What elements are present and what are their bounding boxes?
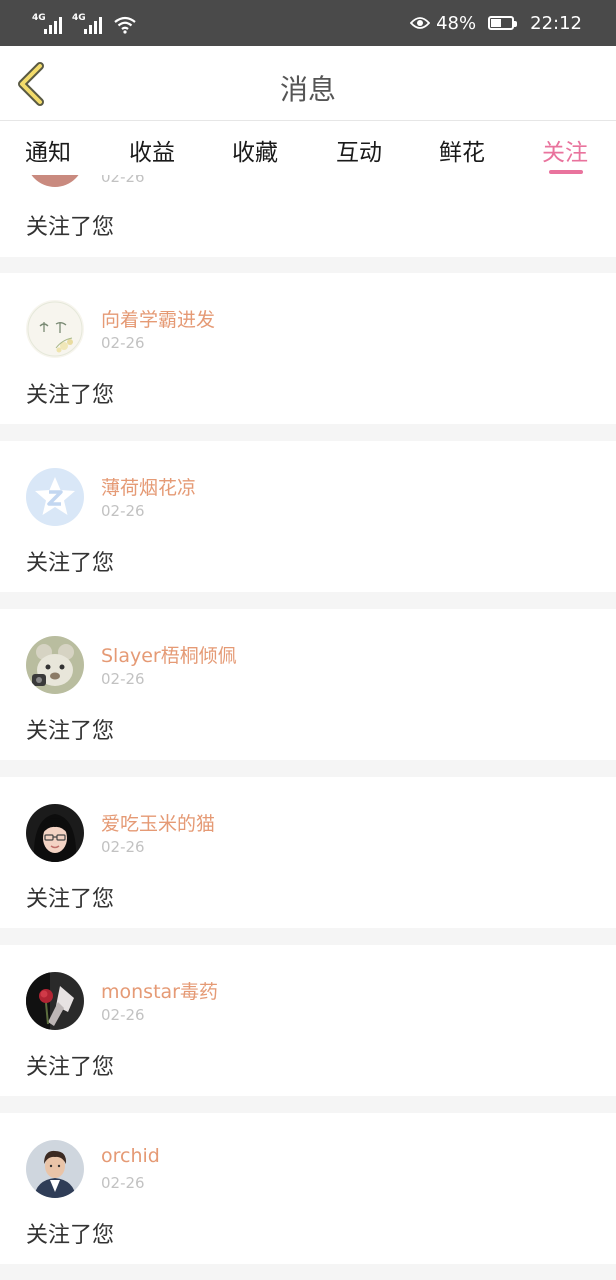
network-type-label: 4G [72, 13, 86, 23]
cartoon-girl-avatar[interactable] [26, 804, 84, 862]
tab-favorites[interactable]: 收藏 [232, 133, 278, 167]
list-item[interactable]: monstar毒药 02-26 关注了您 [0, 945, 616, 1096]
page-title: 消息 [279, 73, 336, 106]
follower-name[interactable]: 薄荷烟花凉 [101, 473, 196, 500]
list-item[interactable]: 薄荷烟花凉 02-26 关注了您 [0, 441, 616, 592]
follow-date: 02-26 [101, 1006, 145, 1024]
follow-date: 02-26 [101, 1174, 145, 1192]
follow-message: 关注了您 [26, 383, 115, 408]
floral-text-avatar[interactable] [26, 300, 84, 358]
battery-percent: 48% [436, 12, 477, 34]
follower-name[interactable]: 向着学霸进发 [101, 305, 215, 332]
follower-name[interactable]: Slayer梧桐倾佩 [101, 641, 237, 668]
tab-earnings[interactable]: 收益 [129, 133, 175, 167]
list-item[interactable]: Slayer梧桐倾佩 02-26 关注了您 [0, 609, 616, 760]
tab-follows[interactable]: 关注 [542, 133, 588, 167]
follow-message: 关注了您 [26, 1055, 115, 1080]
eye-comfort-icon [410, 17, 431, 29]
follow-date: 02-26 [101, 175, 145, 186]
status-bar: 4G 4G 48% 22:12 [0, 0, 616, 46]
default-q-avatar[interactable] [26, 468, 84, 526]
list-item[interactable]: 向着学霸进发 02-26 关注了您 [0, 273, 616, 424]
active-tab-indicator [549, 170, 583, 174]
list-item[interactable]: orchid 02-26 关注了您 [0, 1113, 616, 1264]
follow-message: 关注了您 [26, 215, 115, 240]
follower-name[interactable]: orchid [101, 1145, 160, 1167]
list-item[interactable]: 02-26 关注了您 [0, 175, 616, 257]
clock-time: 22:12 [530, 12, 582, 34]
tab-notifications[interactable]: 通知 [25, 133, 71, 167]
signal-icon: 4G [32, 13, 62, 34]
follower-name[interactable]: monstar毒药 [101, 977, 218, 1004]
tab-interactions[interactable]: 互动 [336, 133, 382, 167]
follow-date: 02-26 [101, 502, 145, 520]
follow-message: 关注了您 [26, 887, 115, 912]
tab-bar: 通知 收益 收藏 互动 鲜花 关注 [0, 121, 616, 175]
follow-message: 关注了您 [26, 1223, 115, 1248]
battery-icon [488, 16, 518, 30]
follow-date: 02-26 [101, 334, 145, 352]
list-item[interactable]: 爱吃玉米的猫 02-26 关注了您 [0, 777, 616, 928]
navigation-bar: 消息 [0, 46, 616, 121]
follower-name[interactable]: 爱吃玉米的猫 [101, 809, 215, 836]
follow-message: 关注了您 [26, 719, 115, 744]
follow-message: 关注了您 [26, 551, 115, 576]
plush-toy-avatar[interactable] [26, 636, 84, 694]
rose-avatar[interactable] [26, 972, 84, 1030]
follow-date: 02-26 [101, 670, 145, 688]
man-portrait-avatar[interactable] [26, 1140, 84, 1198]
network-type-label: 4G [32, 13, 46, 23]
tab-flowers[interactable]: 鲜花 [439, 133, 485, 167]
avatar[interactable] [26, 175, 84, 187]
signal-icon: 4G [72, 13, 102, 34]
follow-date: 02-26 [101, 838, 145, 856]
wifi-icon [114, 16, 136, 34]
follow-notification-list: 02-26 关注了您 向着学霸进发 02-26 关注了您 薄荷烟花凉 02-26… [0, 175, 616, 1280]
